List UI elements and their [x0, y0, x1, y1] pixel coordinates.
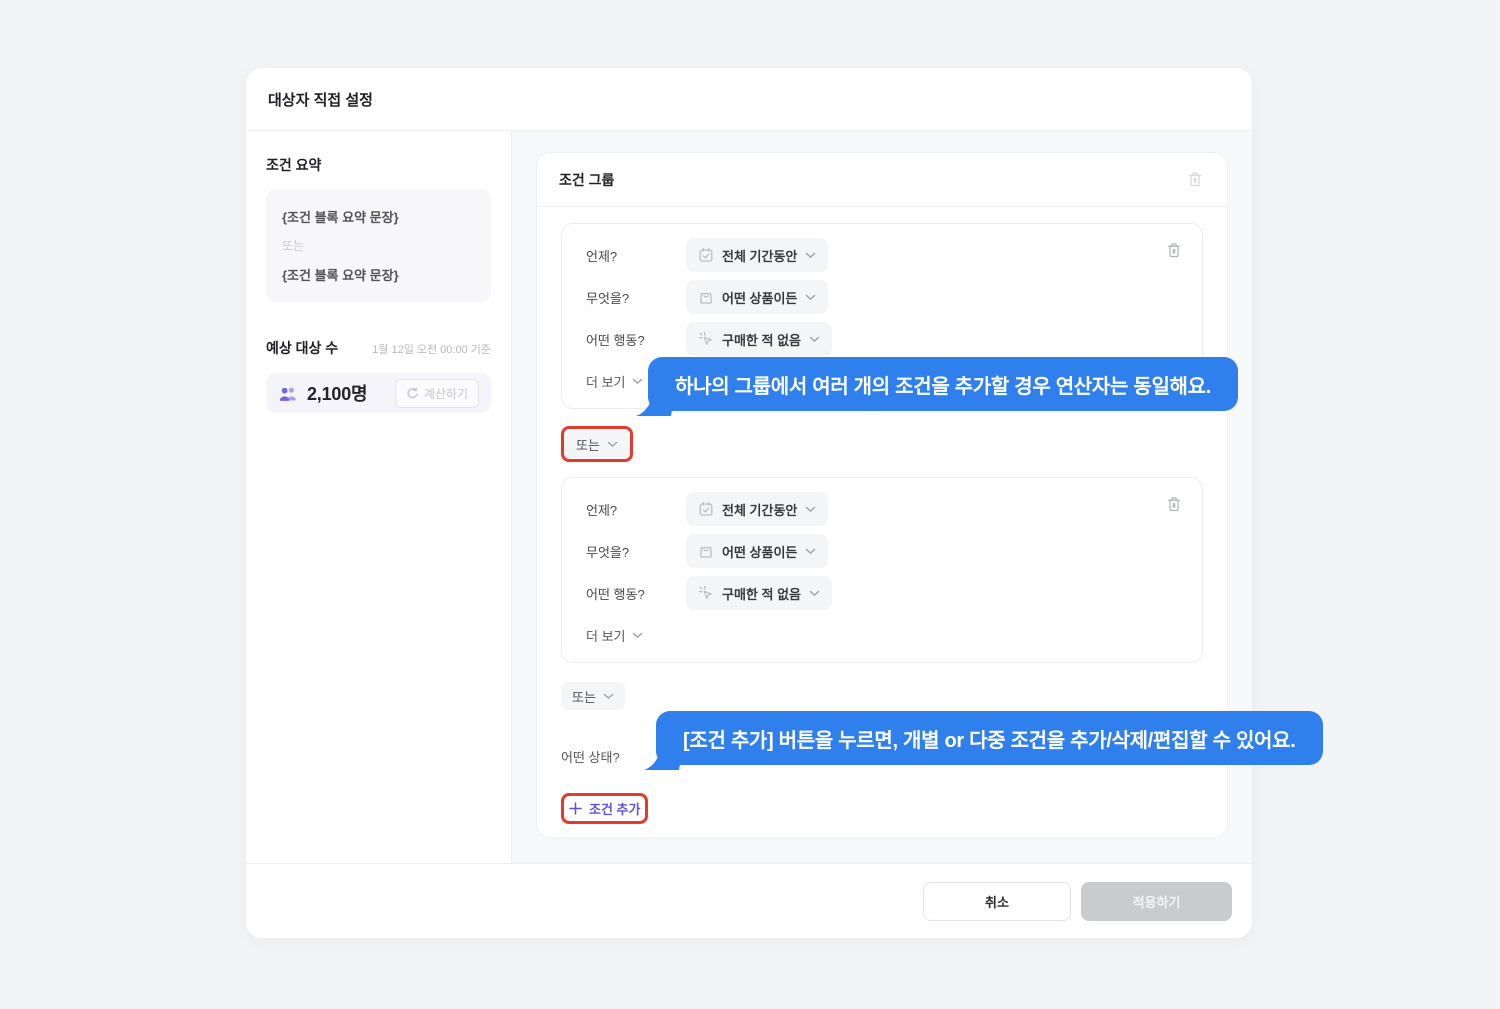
more-options-label: 더 보기: [586, 372, 626, 391]
chevron-down-icon: [632, 378, 643, 385]
modal-footer: 취소 적용하기: [246, 863, 1252, 938]
trash-icon: [1166, 501, 1182, 516]
delete-condition-button[interactable]: [1164, 240, 1184, 261]
more-options-label: 더 보기: [586, 626, 626, 645]
click-icon: [698, 585, 714, 601]
operator-select-value: 또는: [576, 435, 600, 454]
condition-row-action: 어떤 행동? 구매한 적 없음: [586, 322, 1178, 356]
summary-sentence: {조건 블록 요약 문장}: [282, 207, 475, 226]
operator-select[interactable]: 또는: [561, 682, 625, 710]
condition-group-header: 조건 그룹: [537, 153, 1227, 207]
calendar-icon: [698, 501, 714, 517]
operator-block: 또는: [561, 682, 1203, 710]
cancel-button[interactable]: 취소: [923, 882, 1071, 921]
people-icon: [278, 386, 298, 401]
estimate-heading-row: 예상 대상 수 1월 12일 오전 00:00 기준: [266, 338, 491, 358]
add-condition-label: 조건 추가: [589, 799, 640, 818]
bag-icon: [698, 543, 714, 559]
modal-header: 대상자 직접 설정: [246, 68, 1252, 131]
what-select-value: 어떤 상품이든: [722, 542, 797, 561]
delete-condition-button[interactable]: [1164, 494, 1184, 515]
target-setting-modal: 대상자 직접 설정 조건 요약 {조건 블록 요약 문장} 또는 {조건 블록 …: [246, 68, 1252, 938]
condition-group-title: 조건 그룹: [559, 170, 614, 190]
action-select[interactable]: 구매한 적 없음: [686, 322, 832, 356]
condition-row-when: 언제? 전체 기간동안: [586, 238, 1178, 272]
estimate-timestamp: 1월 12일 오전 00:00 기준: [372, 341, 491, 357]
chevron-down-icon: [809, 336, 820, 343]
page-title: 대상자 직접 설정: [268, 89, 373, 110]
condition-label: 언제?: [586, 246, 686, 265]
what-select-value: 어떤 상품이든: [722, 288, 797, 307]
summary-heading: 조건 요약: [266, 155, 491, 175]
operator-tooltip: 하나의 그룹에서 여러 개의 조건을 추가할 경우 연산자는 동일해요.: [648, 357, 1238, 411]
apply-button[interactable]: 적용하기: [1081, 882, 1232, 921]
when-select-value: 전체 기간동안: [722, 500, 797, 519]
operator-select[interactable]: 또는: [565, 430, 629, 458]
tooltip-text: 하나의 그룹에서 여러 개의 조건을 추가할 경우 연산자는 동일해요.: [675, 370, 1211, 399]
summary-sentence: {조건 블록 요약 문장}: [282, 265, 475, 284]
highlight-box: 또는: [561, 426, 633, 462]
chevron-down-icon: [607, 441, 618, 448]
estimated-count-box: 2,100명 계산하기: [266, 373, 491, 413]
more-options-toggle[interactable]: 더 보기: [586, 372, 643, 391]
bag-icon: [698, 289, 714, 305]
when-select[interactable]: 전체 기간동안: [686, 238, 828, 272]
estimated-count: 2,100명: [307, 380, 367, 406]
chevron-down-icon: [805, 548, 816, 555]
summary-operator: 또는: [282, 237, 475, 254]
plus-icon: [569, 802, 582, 815]
condition-row-when: 언제? 전체 기간동안: [586, 492, 1178, 526]
when-select[interactable]: 전체 기간동안: [686, 492, 828, 526]
condition-label: 무엇을?: [586, 288, 686, 307]
add-condition-button[interactable]: 조건 추가: [569, 799, 640, 818]
refresh-icon: [406, 387, 419, 400]
calculate-button-label: 계산하기: [424, 385, 468, 402]
click-icon: [698, 331, 714, 347]
highlight-box: 조건 추가: [561, 793, 648, 824]
tooltip-text: [조건 추가] 버튼을 누르면, 개별 or 다중 조건을 추가/삭제/편집할 …: [683, 724, 1296, 753]
condition-card: 언제? 전체 기간동안: [561, 477, 1203, 663]
condition-row-what: 무엇을? 어떤 상품이든: [586, 280, 1178, 314]
page-background: 대상자 직접 설정 조건 요약 {조건 블록 요약 문장} 또는 {조건 블록 …: [0, 0, 1500, 1009]
trash-icon: [1166, 247, 1182, 262]
summary-sidebar: 조건 요약 {조건 블록 요약 문장} 또는 {조건 블록 요약 문장} 예상 …: [246, 131, 512, 863]
condition-label: 무엇을?: [586, 542, 686, 561]
what-select[interactable]: 어떤 상품이든: [686, 534, 828, 568]
add-condition-tooltip: [조건 추가] 버튼을 누르면, 개별 or 다중 조건을 추가/삭제/편집할 …: [656, 711, 1323, 765]
trash-icon: [1187, 176, 1203, 191]
more-options-toggle[interactable]: 더 보기: [586, 626, 643, 645]
calendar-icon: [698, 247, 714, 263]
chevron-down-icon: [805, 252, 816, 259]
estimate-heading: 예상 대상 수: [266, 338, 338, 358]
chevron-down-icon: [805, 294, 816, 301]
action-select[interactable]: 구매한 적 없음: [686, 576, 832, 610]
condition-row-what: 무엇을? 어떤 상품이든: [586, 534, 1178, 568]
condition-label: 어떤 행동?: [586, 330, 686, 349]
chevron-down-icon: [632, 632, 643, 639]
action-select-value: 구매한 적 없음: [722, 330, 801, 349]
action-select-value: 구매한 적 없음: [722, 584, 801, 603]
condition-row-action: 어떤 행동? 구매한 적 없음: [586, 576, 1178, 610]
operator-block: 또는: [561, 426, 1203, 462]
tooltip-tail: [642, 747, 682, 777]
what-select[interactable]: 어떤 상품이든: [686, 280, 828, 314]
tooltip-tail: [634, 393, 674, 423]
operator-select-value: 또는: [572, 687, 596, 706]
calculate-button[interactable]: 계산하기: [395, 379, 479, 408]
chevron-down-icon: [603, 693, 614, 700]
condition-label: 어떤 행동?: [586, 584, 686, 603]
when-select-value: 전체 기간동안: [722, 246, 797, 265]
delete-group-button[interactable]: [1185, 169, 1205, 190]
chevron-down-icon: [809, 590, 820, 597]
condition-label: 언제?: [586, 500, 686, 519]
condition-summary-box: {조건 블록 요약 문장} 또는 {조건 블록 요약 문장}: [266, 189, 491, 302]
chevron-down-icon: [805, 506, 816, 513]
